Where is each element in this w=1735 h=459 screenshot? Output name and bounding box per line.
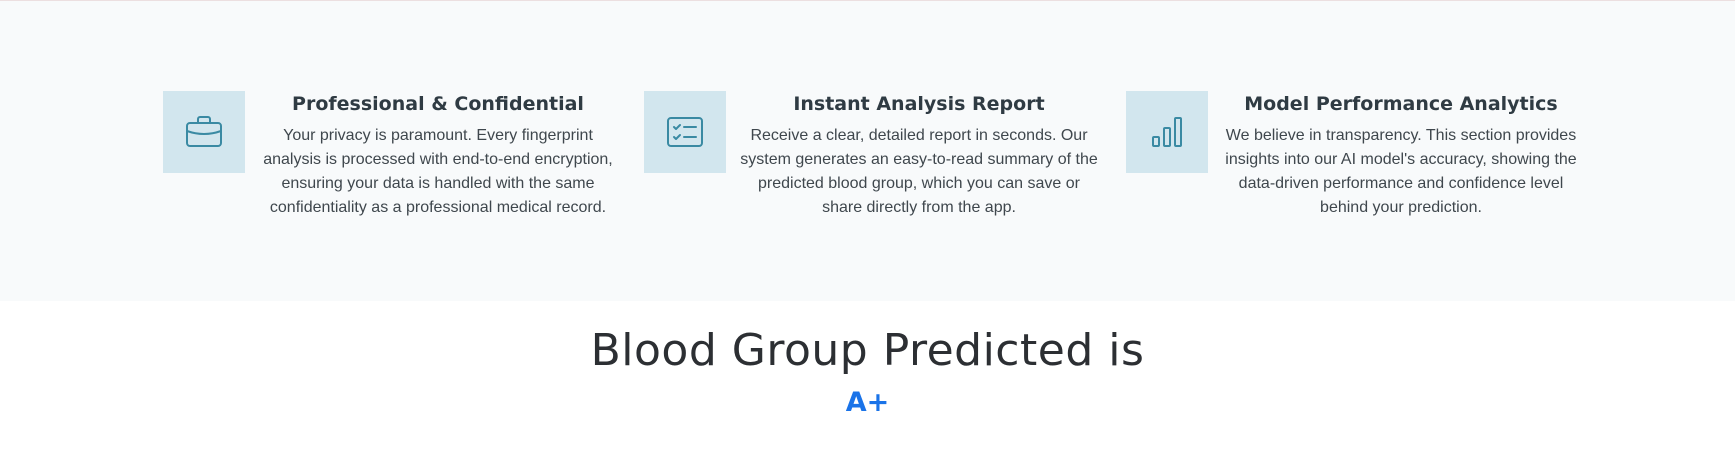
feature-icon-box [163,91,245,173]
feature-description: We believe in transparency. This section… [1225,127,1577,216]
feature-icon-box [644,91,726,173]
feature-title: Instant Analysis Report [793,93,1045,115]
feature-title: Professional & Confidential [292,93,584,115]
bar-chart-icon [1152,117,1182,147]
feature-card-analytics: Model Performance Analytics We believe i… [1126,91,1586,231]
features-section: Professional & Confidential Your privacy… [0,0,1735,301]
feature-card-report: Instant Analysis Report Receive a clear,… [644,91,1104,231]
feature-text: Instant Analysis Report Receive a clear,… [738,91,1100,220]
result-heading: Blood Group Predicted is [590,325,1145,376]
prediction-result-section: Blood Group Predicted is A+ [0,301,1735,459]
briefcase-icon [186,116,222,147]
feature-description: Receive a clear, detailed report in seco… [740,127,1098,216]
feature-text: Professional & Confidential Your privacy… [257,91,619,220]
blood-group-value: A+ [845,387,890,418]
feature-text: Model Performance Analytics We believe i… [1220,91,1582,220]
checklist-icon [667,117,703,147]
feature-card-confidential: Professional & Confidential Your privacy… [163,91,623,231]
feature-description: Your privacy is paramount. Every fingerp… [263,127,613,216]
feature-icon-box [1126,91,1208,173]
feature-title: Model Performance Analytics [1244,93,1558,115]
